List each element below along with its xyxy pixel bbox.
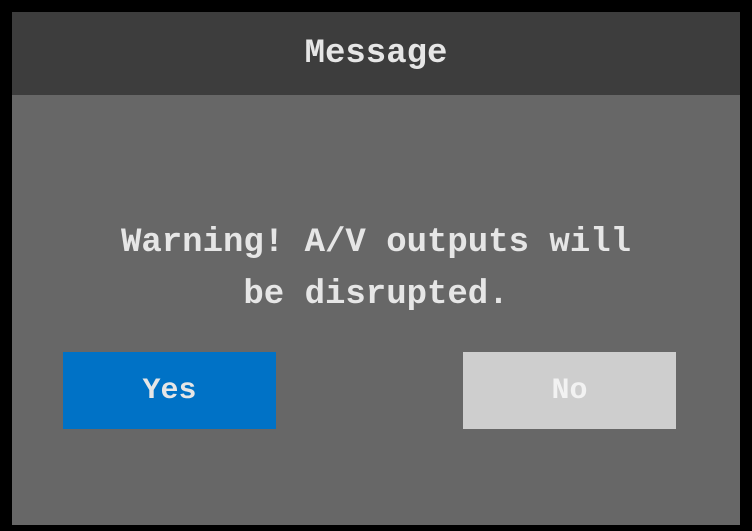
dialog-title: Message bbox=[304, 34, 448, 73]
dialog-title-bar: Message bbox=[12, 12, 740, 95]
yes-button-label: Yes bbox=[142, 373, 197, 408]
dialog-message: Warning! A/V outputs will be disrupted. bbox=[12, 217, 740, 321]
yes-button[interactable]: Yes bbox=[63, 352, 276, 429]
message-dialog: Message Warning! A/V outputs will be dis… bbox=[12, 12, 740, 525]
message-line-1: Warning! A/V outputs will bbox=[120, 224, 632, 262]
no-button-label: No bbox=[551, 373, 588, 408]
message-line-2: be disrupted. bbox=[243, 276, 509, 314]
no-button[interactable]: No bbox=[463, 352, 676, 429]
